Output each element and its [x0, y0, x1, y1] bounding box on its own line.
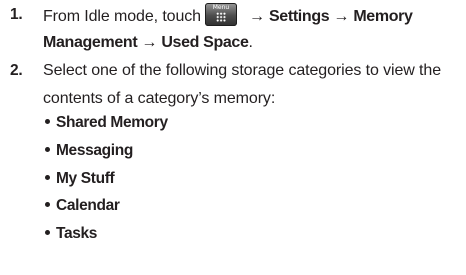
used-space-label: Used Space [161, 34, 249, 51]
arrow-icon: → [333, 8, 350, 25]
list-item-label: Calendar [56, 197, 120, 215]
step-body: From Idle mode, touch Menu → Settings → Memor… [43, 3, 461, 59]
step-text: contents of a category’s memory: [43, 90, 276, 107]
period: . [248, 34, 253, 51]
step-number: 1. [10, 6, 23, 23]
arrow-icon: → [141, 34, 158, 51]
step-body: Select one of the following storage cate… [43, 59, 461, 115]
list-item: Shared Memory [45, 112, 445, 140]
list-item-label: Tasks [56, 225, 98, 243]
list-item: Messaging [45, 140, 445, 168]
menu-grid-icon [215, 12, 226, 22]
step-text: Select one of the following storage cate… [43, 62, 441, 79]
menu-key-label: Menu [212, 4, 230, 11]
bullet-icon [45, 230, 50, 236]
bullet-icon [45, 174, 50, 180]
list-item-label: Shared Memory [56, 114, 168, 131]
management-label: Management [43, 34, 138, 51]
bullet-icon [45, 202, 50, 208]
list-item-label: Messaging [56, 141, 133, 159]
list-item-label: My Stuff [56, 169, 115, 187]
bullet-icon [45, 119, 50, 124]
step-line: Management → Used Space. [43, 31, 461, 59]
list-item: Tasks [45, 223, 445, 251]
arrow-icon: → [248, 8, 265, 25]
settings-label: Settings [268, 8, 330, 25]
menu-key-icon: Menu [204, 3, 237, 26]
list-item: Calendar [45, 195, 445, 223]
step-number: 2. [10, 62, 23, 79]
step-text: From Idle mode, touch [43, 8, 201, 25]
storage-category-list: Shared Memory Messaging My Stuff Calenda… [45, 112, 445, 251]
list-item: My Stuff [45, 168, 445, 196]
bullet-icon [45, 146, 50, 152]
memory-label: Memory [353, 8, 413, 25]
step-line: From Idle mode, touch Menu → Settings → Memor… [43, 3, 461, 31]
instruction-document: 1. From Idle mode, touch Menu → Settings → Me… [0, 0, 466, 275]
